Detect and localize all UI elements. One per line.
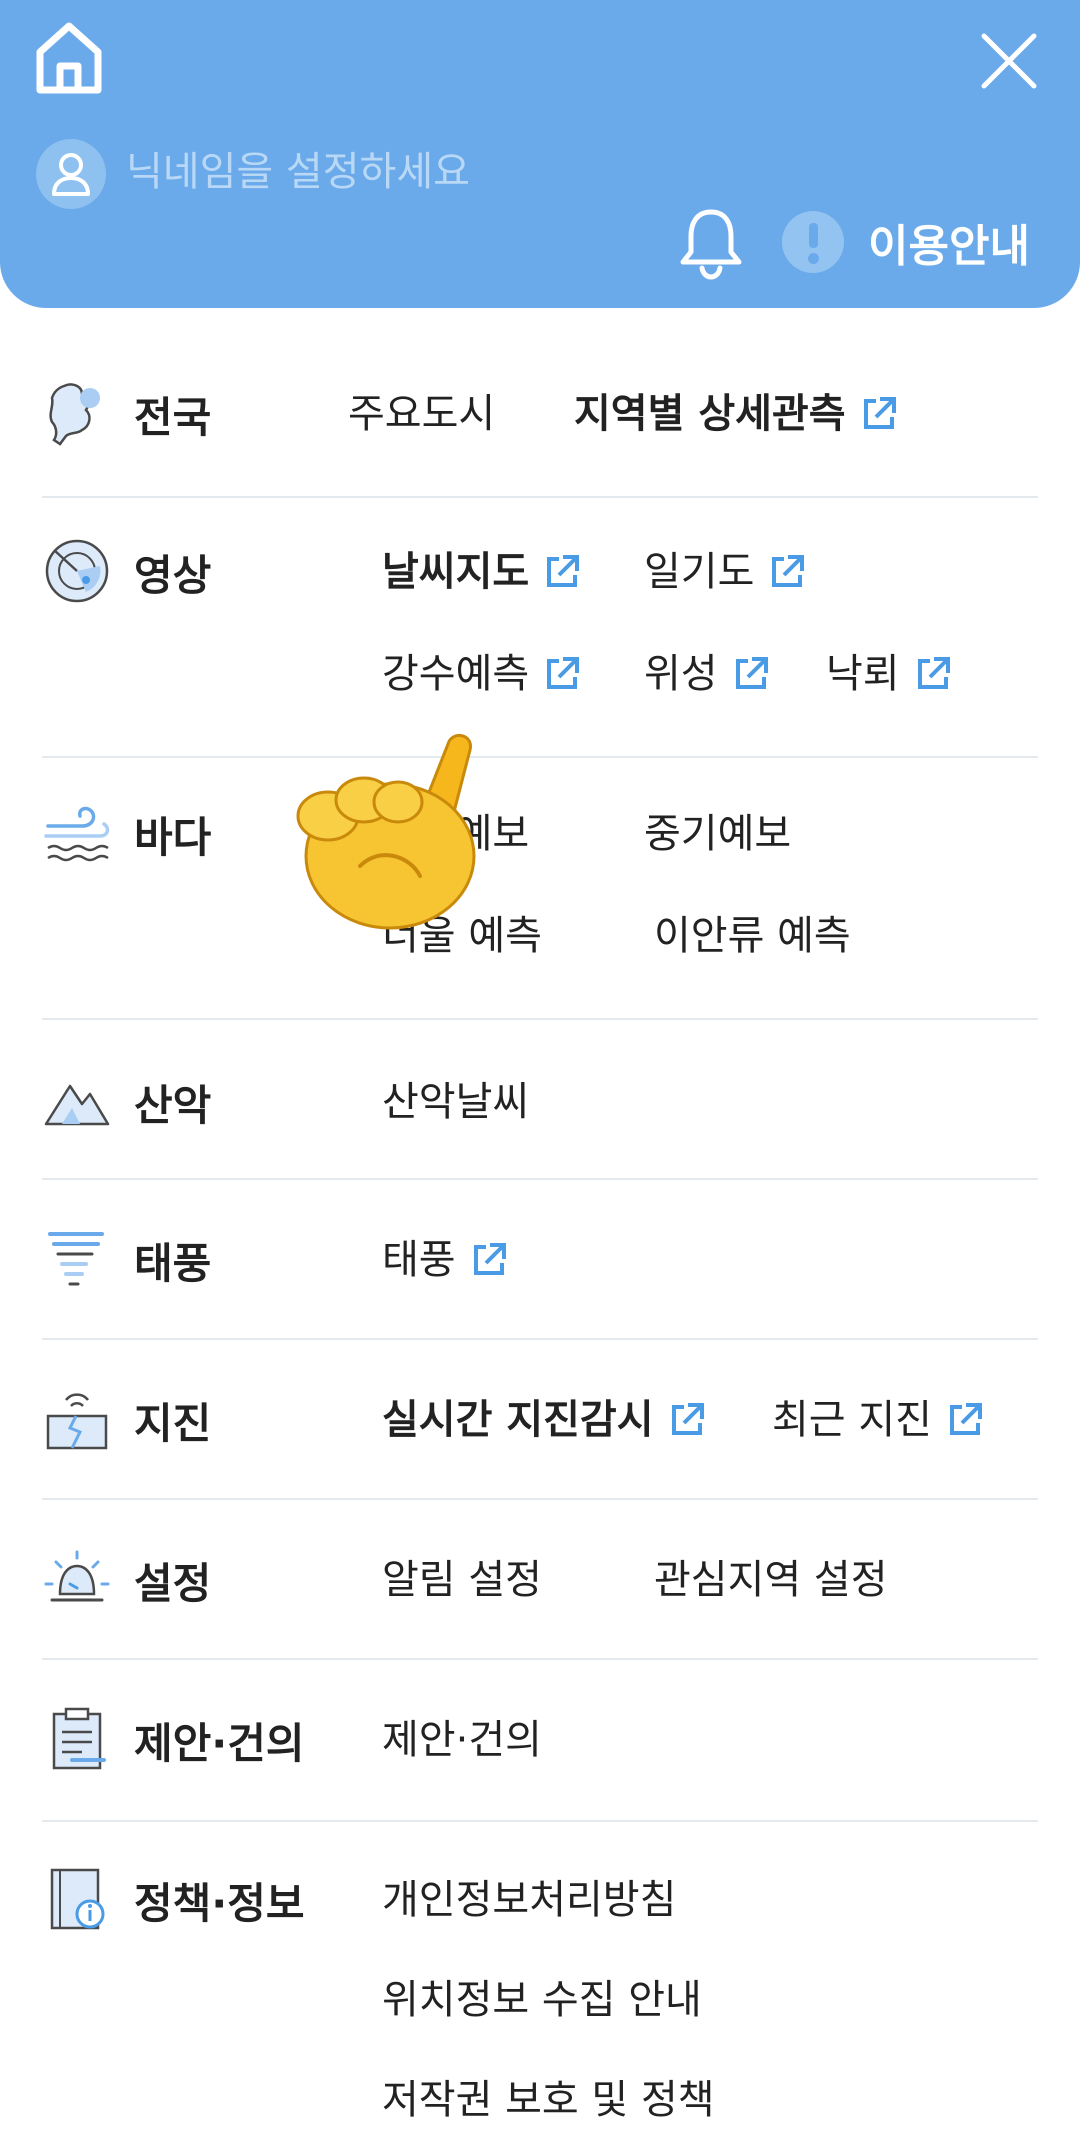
category-label: 전국	[134, 393, 212, 442]
divider	[42, 1658, 1038, 1660]
link-major-cities[interactable]: 주요도시	[348, 386, 495, 442]
section-typhoon: 태풍 태풍	[42, 1222, 1038, 1322]
section-earthquake: 지진 실시간 지진감시 최근 지진	[42, 1382, 1038, 1482]
divider	[42, 756, 1038, 758]
link-typhoon[interactable]: 태풍	[382, 1232, 510, 1288]
link-mid-term-forecast[interactable]: 중기예보	[644, 806, 791, 862]
info-book-icon	[50, 1868, 105, 1930]
external-link-icon	[863, 397, 896, 429]
section-suggestion: 제안·건의 제안·건의	[42, 1702, 1038, 1802]
guide-button[interactable]: 이용안내	[782, 210, 1030, 274]
link-satellite[interactable]: 위성	[644, 646, 772, 702]
link-rip-current-forecast[interactable]: 이안류 예측	[654, 908, 851, 964]
wave-wind-icon	[44, 806, 110, 862]
link-copyright-policy[interactable]: 저작권 보호 및 정책	[382, 2072, 715, 2128]
divider	[42, 1820, 1038, 1822]
divider	[42, 1498, 1038, 1500]
close-button[interactable]	[978, 30, 1040, 92]
category-label: 정책·정보	[134, 1879, 305, 1928]
external-link-icon	[772, 555, 805, 587]
category-label: 산악	[134, 1081, 212, 1130]
category-label: 제안·건의	[134, 1719, 305, 1768]
korea-map-icon	[49, 383, 100, 446]
menu-header: 닉네임을 설정하세요 이용안내	[0, 0, 1080, 308]
link-synoptic-chart[interactable]: 일기도	[644, 544, 808, 600]
home-button[interactable]	[34, 20, 104, 96]
section-settings: 설정 알림 설정 관심지역 설정	[42, 1542, 1038, 1642]
exclamation-icon	[782, 211, 844, 273]
external-link-icon	[547, 555, 580, 587]
close-icon	[981, 33, 1037, 89]
category-label: 설정	[134, 1559, 212, 1608]
link-notification-settings[interactable]: 알림 설정	[382, 1552, 542, 1608]
avatar[interactable]	[36, 139, 106, 209]
mountain-icon	[44, 1084, 110, 1126]
external-link-icon	[547, 657, 580, 689]
external-link-icon	[949, 1403, 982, 1435]
alarm-siren-icon	[44, 1550, 110, 1602]
link-privacy-policy[interactable]: 개인정보처리방침	[382, 1872, 676, 1928]
guide-label: 이용안내	[868, 221, 1030, 272]
link-recent-earthquake[interactable]: 최근 지진	[772, 1392, 986, 1448]
tornado-icon	[48, 1232, 104, 1286]
link-realtime-earthquake[interactable]: 실시간 지진감시	[382, 1392, 708, 1448]
link-mountain-weather[interactable]: 산악날씨	[382, 1074, 529, 1130]
link-weather-map[interactable]: 날씨지도	[382, 544, 583, 600]
section-sea: 바다 단기예보 중기예보 너울 예측 이안류 예측	[42, 796, 1038, 1016]
link-location-info[interactable]: 위치정보 수집 안내	[382, 1972, 702, 2028]
pointing-hand-icon	[296, 734, 476, 930]
nickname-prompt[interactable]: 닉네임을 설정하세요	[126, 146, 470, 198]
external-link-icon	[671, 1403, 704, 1435]
link-favorite-region-settings[interactable]: 관심지역 설정	[654, 1552, 888, 1608]
home-icon	[36, 22, 102, 94]
section-policy: 정책·정보 개인정보처리방침 위치정보 수집 안내 저작권 보호 및 정책	[42, 1862, 1038, 2132]
link-precipitation-forecast[interactable]: 강수예측	[382, 646, 583, 702]
radar-icon	[45, 539, 109, 603]
earthquake-icon	[46, 1393, 108, 1450]
section-national: 전국 주요도시 지역별 상세관측	[42, 376, 1038, 496]
divider	[42, 496, 1038, 498]
bell-icon	[680, 209, 742, 280]
category-label: 지진	[134, 1399, 212, 1448]
divider	[42, 1178, 1038, 1180]
notification-button[interactable]	[678, 206, 744, 280]
category-label: 바다	[134, 813, 212, 862]
user-icon	[52, 153, 90, 196]
section-imagery: 영상 날씨지도 일기도 강수예측 위성 낙뢰	[42, 534, 1038, 754]
external-link-icon	[917, 657, 950, 689]
link-suggestion[interactable]: 제안·건의	[382, 1712, 542, 1768]
divider	[42, 1018, 1038, 1020]
link-regional-observation[interactable]: 지역별 상세관측	[574, 386, 900, 442]
external-link-icon	[735, 657, 768, 689]
section-mountain: 산악 산악날씨	[42, 1064, 1038, 1164]
category-label: 태풍	[134, 1239, 212, 1288]
clipboard-icon	[52, 1707, 106, 1770]
divider	[42, 1338, 1038, 1340]
category-label: 영상	[134, 551, 212, 600]
external-link-icon	[473, 1243, 506, 1275]
link-lightning[interactable]: 낙뢰	[826, 646, 954, 702]
